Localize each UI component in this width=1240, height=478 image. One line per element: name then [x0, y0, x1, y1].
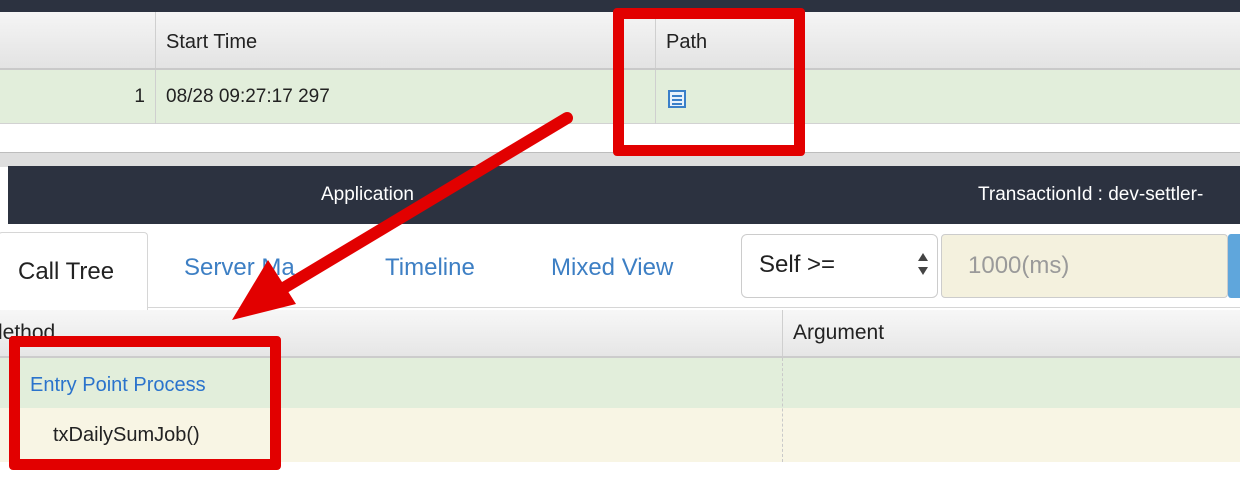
search-button[interactable] [1228, 234, 1240, 298]
threshold-input[interactable] [941, 234, 1228, 298]
view-tabs: Call Tree Server Ma Timeline Mixed View … [0, 224, 1240, 312]
screenshot-stage: Start Time Path 1 08/28 09:27:17 297 App… [0, 0, 1240, 478]
header-argument[interactable]: Argument [793, 310, 884, 356]
select-value: Self >= [759, 251, 836, 278]
header-separator [782, 310, 783, 356]
application-label: Application [321, 184, 414, 205]
header-start-time[interactable]: Start Time [155, 12, 655, 68]
header-index-column[interactable] [0, 12, 155, 68]
row-index: 1 [134, 86, 145, 107]
call-tree-highlight-box [9, 336, 281, 470]
path-highlight-box [613, 8, 805, 156]
tab-underline [148, 307, 1240, 308]
column-dashed-divider [782, 358, 783, 462]
select-updown-icon [917, 253, 929, 281]
transaction-id-label: TransactionId : dev-settler- [978, 184, 1204, 205]
row-start-time: 08/28 09:27:17 297 [155, 70, 655, 124]
application-header-bar: Application TransactionId : dev-settler- [8, 166, 1240, 224]
self-filter-select[interactable]: Self >= [741, 234, 938, 298]
tab-call-tree[interactable]: Call Tree [0, 232, 148, 312]
tab-server-map[interactable]: Server Ma [184, 254, 295, 282]
tab-mixed-view[interactable]: Mixed View [551, 254, 673, 282]
tab-timeline[interactable]: Timeline [385, 254, 475, 282]
